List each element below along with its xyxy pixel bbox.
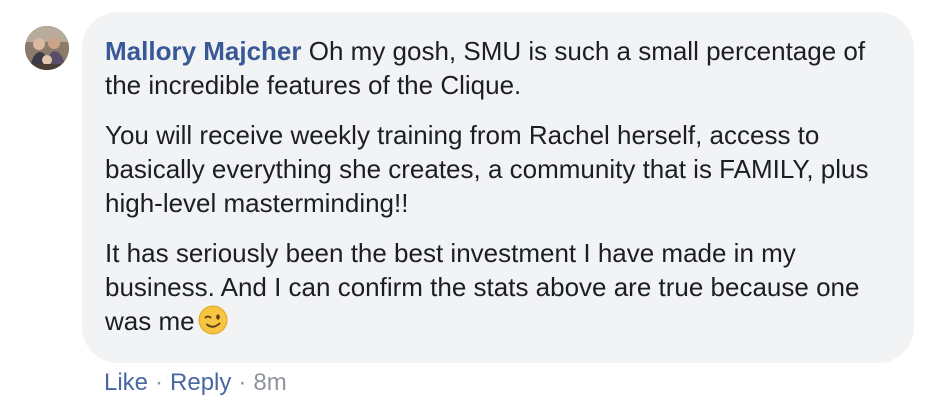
comment-actions: Like · Reply · 8m [104,368,287,398]
comment-paragraph-1: Mallory Majcher Oh my gosh, SMU is such … [105,34,890,102]
timestamp[interactable]: 8m [253,369,286,396]
separator-dot: · [238,369,247,396]
reply-button[interactable]: Reply [170,369,231,396]
like-button[interactable]: Like [104,369,148,396]
comment-paragraph-3: It has seriously been the best investmen… [105,236,890,338]
avatar[interactable] [25,26,69,70]
comment-text-2: You will receive weekly training from Ra… [105,120,869,218]
comment-bubble: Mallory Majcher Oh my gosh, SMU is such … [82,12,914,363]
comment-paragraph-2: You will receive weekly training from Ra… [105,118,890,220]
separator-dot: · [155,369,164,396]
author-name-link[interactable]: Mallory Majcher [105,36,302,66]
avatar-photo-icon [25,26,69,70]
winking-face-emoji-icon [198,305,228,335]
comment: Mallory Majcher Oh my gosh, SMU is such … [0,0,944,414]
